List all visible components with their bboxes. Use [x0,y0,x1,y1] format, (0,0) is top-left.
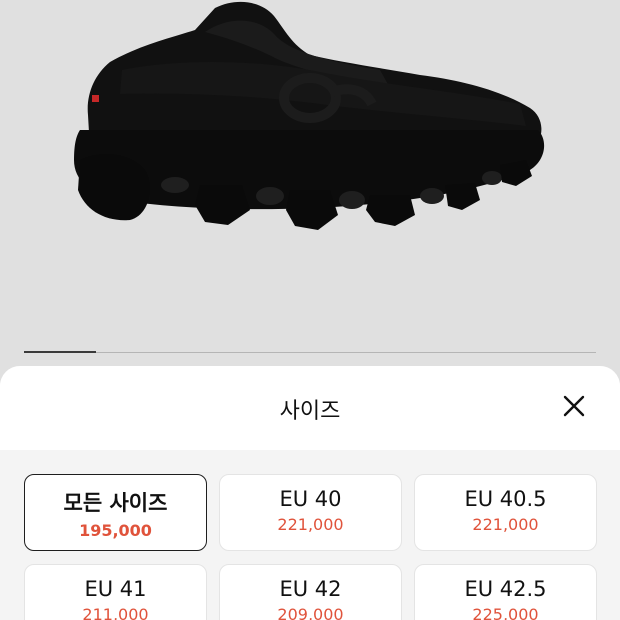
image-gallery-progress-fill [24,351,96,353]
close-icon [563,395,585,417]
size-sheet-title: 사이즈 [279,399,341,424]
size-option-eu-42[interactable]: EU 42 209,000 [219,564,402,620]
size-option-eu-42-5[interactable]: EU 42.5 225,000 [414,564,597,620]
close-button[interactable] [562,394,586,418]
size-option-price: 225,000 [472,605,539,620]
size-option-price: 195,000 [79,521,152,540]
size-option-price: 211,000 [82,605,149,620]
black-running-shoe-image [74,1,545,230]
size-sheet-header: 사이즈 [0,366,620,450]
size-option-label: EU 41 [84,577,147,601]
product-image-area[interactable] [0,0,620,380]
size-option-label: EU 40 [279,487,342,511]
size-option-all[interactable]: 모든 사이즈 195,000 [24,474,207,551]
size-option-label: EU 42 [279,577,342,601]
size-option-price: 209,000 [277,605,344,620]
size-bottom-sheet: 사이즈 모든 사이즈 195,000 EU 40 221,000 EU 40.5… [0,366,620,620]
size-option-label: EU 40.5 [464,487,547,511]
size-option-eu-41[interactable]: EU 41 211,000 [24,564,207,620]
image-gallery-progress [24,351,596,353]
size-option-eu-40-5[interactable]: EU 40.5 221,000 [414,474,597,551]
size-option-label: 모든 사이즈 [63,491,168,515]
size-option-label: EU 42.5 [464,577,547,601]
size-option-eu-40[interactable]: EU 40 221,000 [219,474,402,551]
size-option-price: 221,000 [277,515,344,534]
size-option-price: 221,000 [472,515,539,534]
